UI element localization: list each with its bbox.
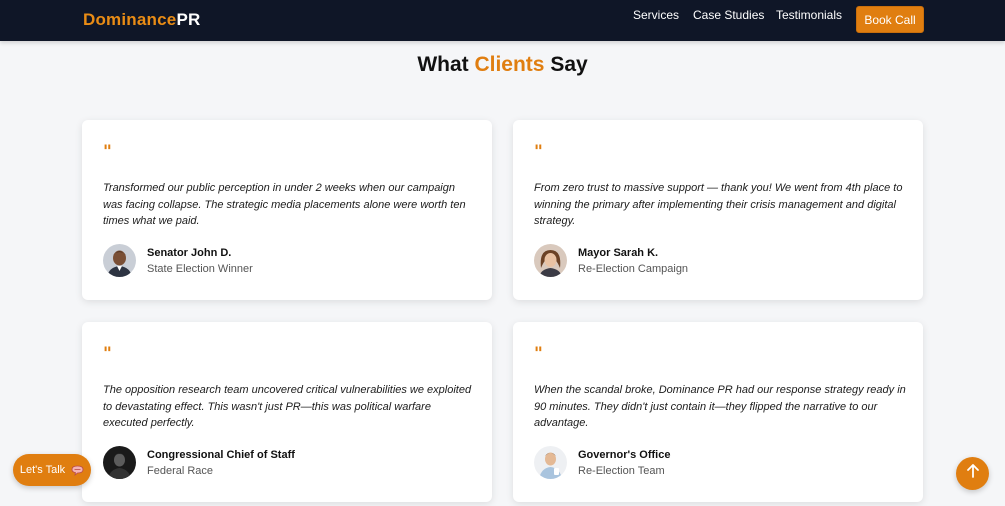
logo-part-pr: PR xyxy=(176,10,201,29)
nav-link-testimonials[interactable]: Testimonials xyxy=(776,8,842,22)
testimonial-card: " Transformed our public perception in u… xyxy=(82,120,492,300)
testimonial-card: " From zero trust to massive support — t… xyxy=(513,120,923,300)
author-role: State Election Winner xyxy=(147,263,253,275)
nav-link-services[interactable]: Services xyxy=(633,8,679,22)
author-role: Re-Election Campaign xyxy=(578,263,689,275)
testimonial-quote: From zero trust to massive support — tha… xyxy=(534,182,903,227)
lets-talk-label: Let's Talk xyxy=(19,464,66,476)
scroll-to-top-button[interactable] xyxy=(956,457,989,490)
book-call-button[interactable]: Book Call xyxy=(856,6,924,33)
author-name: Mayor Sarah K. xyxy=(578,247,659,259)
section-title: What Clients Say xyxy=(0,53,1005,77)
testimonial-card: " When the scandal broke, Dominance PR h… xyxy=(513,322,923,502)
avatar xyxy=(103,244,136,277)
testimonial-quote: When the scandal broke, Dominance PR had… xyxy=(534,384,906,429)
author-name: Congressional Chief of Staff xyxy=(147,449,295,461)
testimonial-quote: The opposition research team uncovered c… xyxy=(103,384,472,429)
top-navbar: DominancePR Services Case Studies Testim… xyxy=(0,0,1005,41)
avatar xyxy=(534,244,567,277)
testimonial-card: " The opposition research team uncovered… xyxy=(82,322,492,502)
chat-bubble-icon xyxy=(71,465,84,476)
testimonial-quote: Transformed our public perception in und… xyxy=(103,182,466,227)
avatar xyxy=(534,446,567,479)
title-suffix: Say xyxy=(544,53,588,76)
title-accent: Clients xyxy=(474,53,545,76)
quote-mark-icon: " xyxy=(534,344,543,364)
quote-mark-icon: " xyxy=(534,142,543,162)
author-role: Re-Election Team xyxy=(578,465,665,477)
author-name: Governor's Office xyxy=(578,449,671,461)
logo-part-dominance: Dominance xyxy=(83,10,177,29)
avatar xyxy=(103,446,136,479)
arrow-up-icon xyxy=(965,463,981,484)
nav-link-case-studies[interactable]: Case Studies xyxy=(693,8,764,22)
title-prefix: What xyxy=(417,53,475,76)
author-role: Federal Race xyxy=(147,465,214,477)
lets-talk-button[interactable]: Let's Talk xyxy=(13,454,91,486)
author-name: Senator John D. xyxy=(147,247,232,259)
quote-mark-icon: " xyxy=(103,142,112,162)
quote-mark-icon: " xyxy=(103,344,112,364)
logo[interactable]: DominancePR xyxy=(83,10,200,30)
